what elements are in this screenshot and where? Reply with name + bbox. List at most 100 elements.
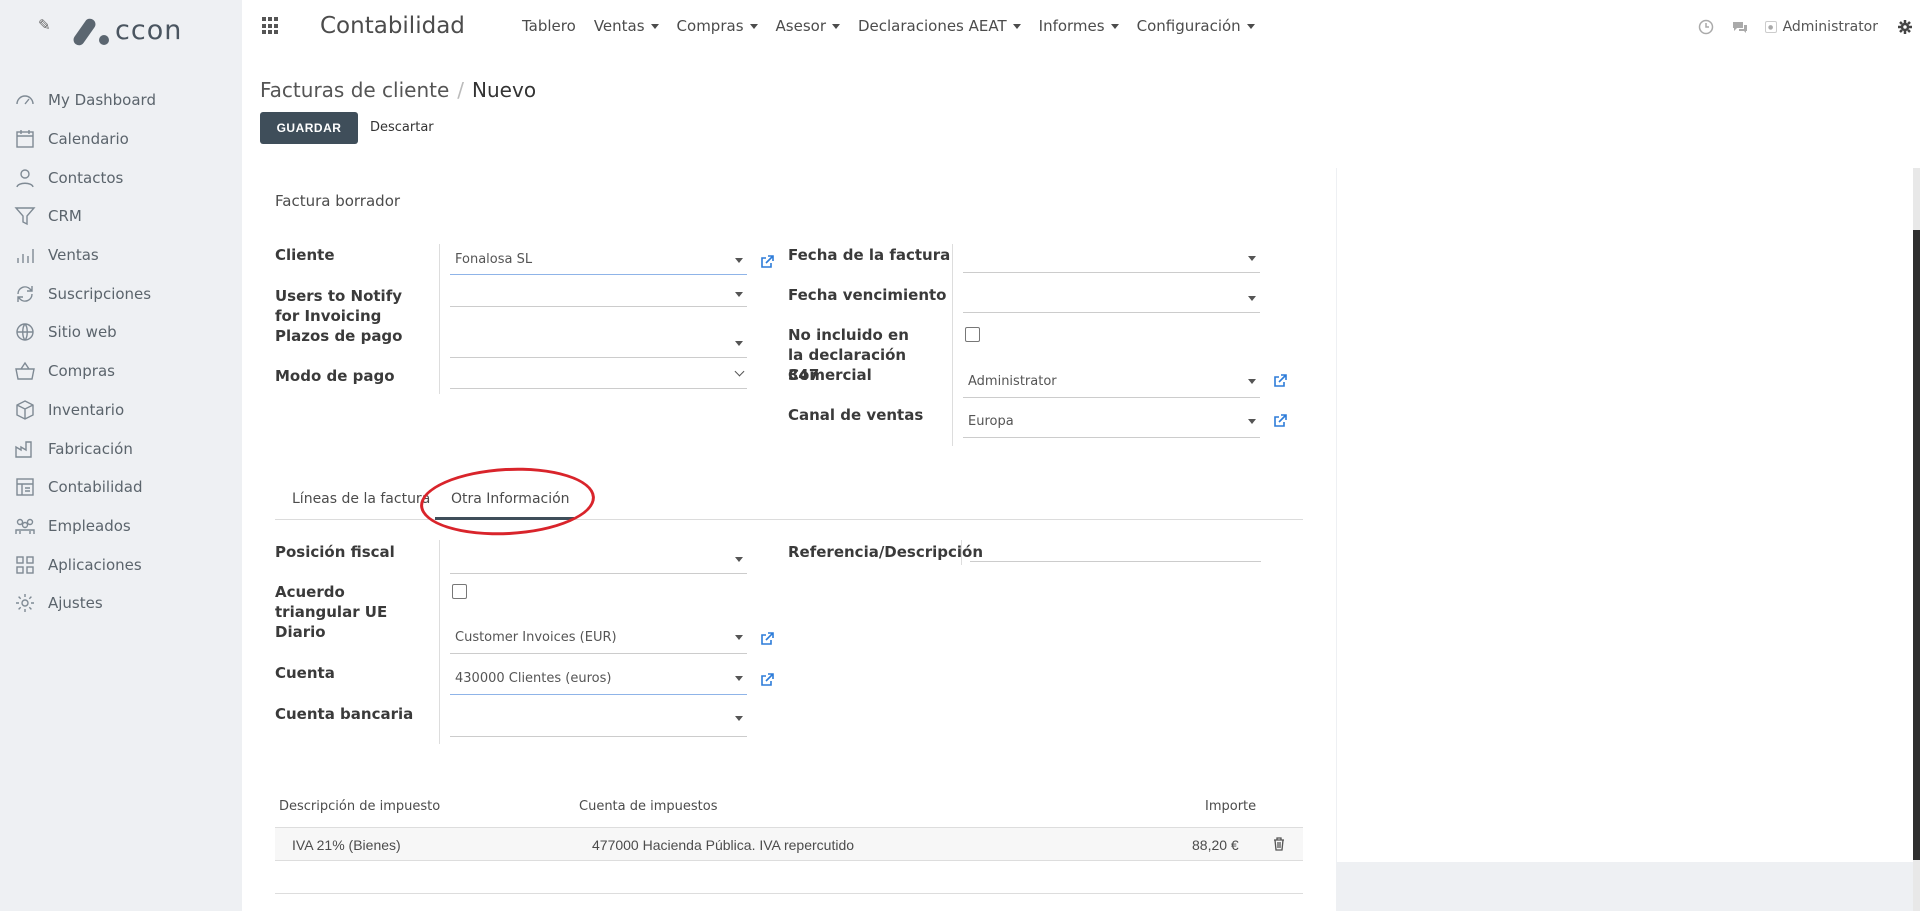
canal-ventas-field[interactable]: Europa bbox=[963, 406, 1260, 438]
menu-asesor[interactable]: Asesor bbox=[776, 17, 840, 35]
sidebar-item-label: Empleados bbox=[48, 516, 131, 535]
sidebar-item-ajustes[interactable]: Ajustes bbox=[0, 584, 242, 623]
dashboard-icon bbox=[14, 89, 36, 111]
active-tab-indicator bbox=[435, 517, 574, 520]
menu-tablero[interactable]: Tablero bbox=[522, 17, 576, 35]
breadcrumb-separator: / bbox=[457, 78, 465, 102]
plazos-pago-field[interactable] bbox=[450, 328, 747, 358]
logo[interactable]: ccon bbox=[71, 12, 182, 48]
sidebar-item-label: Aplicaciones bbox=[48, 555, 142, 574]
menu-ventas[interactable]: Ventas bbox=[594, 17, 659, 35]
menu-configuracion[interactable]: Configuración bbox=[1137, 17, 1255, 35]
factory-icon bbox=[14, 438, 36, 460]
cuenta-bancaria-field[interactable] bbox=[450, 703, 747, 737]
external-link-icon[interactable] bbox=[760, 632, 774, 646]
label-divider bbox=[439, 244, 440, 394]
table-row[interactable]: IVA 21% (Bienes) 477000 Hacienda Pública… bbox=[275, 827, 1303, 861]
fecha-factura-field[interactable] bbox=[963, 243, 1260, 273]
sidebar-item-ventas[interactable]: Ventas bbox=[0, 236, 242, 275]
caret-down-icon[interactable] bbox=[1248, 379, 1256, 384]
cliente-label: Cliente bbox=[275, 246, 335, 264]
sidebar-menu: My Dashboard Calendario Contactos CRM Ve… bbox=[0, 81, 242, 623]
chat-icon[interactable] bbox=[1731, 18, 1749, 36]
sidebar-item-suscripciones[interactable]: Suscripciones bbox=[0, 274, 242, 313]
label-divider bbox=[439, 540, 440, 744]
clock-icon[interactable] bbox=[1697, 18, 1715, 36]
tab-lineas-factura[interactable]: Líneas de la factura bbox=[292, 491, 430, 507]
chevron-down-icon[interactable] bbox=[734, 366, 745, 377]
caret-down-icon[interactable] bbox=[735, 635, 743, 640]
acuerdo-triangular-checkbox[interactable] bbox=[452, 584, 467, 599]
users-notify-field[interactable] bbox=[450, 279, 747, 307]
scrollbar-thumb[interactable] bbox=[1913, 230, 1920, 860]
external-link-icon[interactable] bbox=[1273, 374, 1287, 388]
avatar: ● bbox=[1764, 21, 1777, 33]
external-link-icon[interactable] bbox=[760, 255, 774, 269]
acuerdo-triangular-label: Acuerdo triangular UE bbox=[275, 583, 388, 621]
tab-otra-informacion[interactable]: Otra Información bbox=[451, 491, 570, 507]
save-button[interactable]: GUARDAR bbox=[260, 112, 358, 144]
sidebar-item-inventario[interactable]: Inventario bbox=[0, 391, 242, 430]
external-link-icon[interactable] bbox=[760, 673, 774, 687]
th-descripcion: Descripción de impuesto bbox=[279, 799, 441, 814]
sidebar-item-empleados[interactable]: Empleados bbox=[0, 507, 242, 546]
sidebar-item-compras[interactable]: Compras bbox=[0, 352, 242, 391]
edit-icon[interactable]: ✎ bbox=[38, 16, 51, 34]
sidebar-item-label: Sitio web bbox=[48, 323, 117, 342]
sidebar-item-calendario[interactable]: Calendario bbox=[0, 120, 242, 159]
caret-down-icon[interactable] bbox=[735, 676, 743, 681]
sidebar-item-dashboard[interactable]: My Dashboard bbox=[0, 81, 242, 120]
sidebar-item-sitio-web[interactable]: Sitio web bbox=[0, 313, 242, 352]
sidebar-item-contabilidad[interactable]: Contabilidad bbox=[0, 468, 242, 507]
caret-down-icon[interactable] bbox=[735, 716, 743, 721]
discard-button[interactable]: Descartar bbox=[370, 120, 434, 135]
modo-pago-select[interactable] bbox=[450, 359, 747, 389]
comercial-field[interactable]: Administrator bbox=[963, 366, 1260, 398]
gear-icon[interactable] bbox=[1896, 18, 1914, 36]
caret-down-icon[interactable] bbox=[1248, 296, 1256, 301]
caret-down-icon[interactable] bbox=[735, 292, 743, 297]
breadcrumb-parent[interactable]: Facturas de cliente bbox=[260, 78, 449, 102]
chatter-panel bbox=[1337, 168, 1913, 862]
apps-menu-icon[interactable] bbox=[262, 17, 280, 35]
cuenta-field[interactable]: 430000 Clientes (euros) bbox=[450, 663, 747, 695]
caret-down-icon[interactable] bbox=[1248, 256, 1256, 261]
people-icon bbox=[14, 515, 36, 537]
sidebar-item-fabricacion[interactable]: Fabricación bbox=[0, 429, 242, 468]
apps-grid-icon bbox=[14, 554, 36, 576]
canal-ventas-value: Europa bbox=[968, 414, 1014, 429]
invoice-status-title: Factura borrador bbox=[275, 192, 401, 210]
caret-down-icon[interactable] bbox=[1248, 419, 1256, 424]
tabs-divider bbox=[275, 519, 1303, 520]
trash-icon[interactable] bbox=[1273, 837, 1285, 851]
sidebar: ✎ ccon My Dashboard Calendario Contactos… bbox=[0, 0, 242, 911]
caret-down-icon[interactable] bbox=[735, 258, 743, 263]
external-link-icon[interactable] bbox=[1273, 414, 1287, 428]
caret-down-icon[interactable] bbox=[735, 557, 743, 562]
menu-informes[interactable]: Informes bbox=[1039, 17, 1119, 35]
label-divider bbox=[961, 540, 962, 565]
menu-compras[interactable]: Compras bbox=[677, 17, 758, 35]
sidebar-item-aplicaciones[interactable]: Aplicaciones bbox=[0, 545, 242, 584]
cuenta-bancaria-label: Cuenta bancaria bbox=[275, 705, 414, 723]
caret-down-icon[interactable] bbox=[735, 341, 743, 346]
menu-declaraciones-aeat[interactable]: Declaraciones AEAT bbox=[858, 17, 1021, 35]
sidebar-item-label: Compras bbox=[48, 362, 115, 381]
fecha-vencimiento-field[interactable] bbox=[963, 283, 1260, 313]
th-cuenta: Cuenta de impuestos bbox=[579, 799, 718, 814]
cuenta-label: Cuenta bbox=[275, 664, 335, 682]
user-menu[interactable]: ● Administrator bbox=[1764, 19, 1878, 35]
menu-label: Declaraciones AEAT bbox=[857, 17, 1007, 35]
sidebar-item-label: Contactos bbox=[48, 168, 124, 187]
sidebar-item-contactos[interactable]: Contactos bbox=[0, 158, 242, 197]
diario-field[interactable]: Customer Invoices (EUR) bbox=[450, 622, 747, 654]
referencia-input[interactable] bbox=[970, 532, 1261, 562]
cliente-field[interactable]: Fonalosa SL bbox=[450, 245, 747, 275]
calendar-icon bbox=[14, 128, 36, 150]
th-importe: Importe bbox=[1205, 799, 1257, 814]
posicion-fiscal-field[interactable] bbox=[450, 544, 747, 574]
sidebar-item-crm[interactable]: CRM bbox=[0, 197, 242, 236]
fecha-vencimiento-label: Fecha vencimiento bbox=[788, 286, 947, 304]
gear-icon bbox=[14, 592, 36, 614]
no-incluido-347-checkbox[interactable] bbox=[965, 327, 980, 342]
